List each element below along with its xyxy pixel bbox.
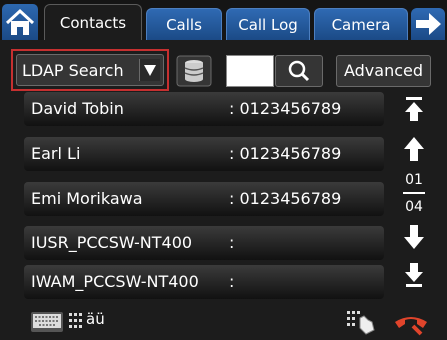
hang-up-button[interactable]	[387, 308, 435, 336]
contact-name: Earl Li	[31, 144, 81, 163]
first-page-icon	[405, 97, 423, 121]
database-button[interactable]	[176, 55, 212, 87]
current-page: 01	[405, 172, 423, 188]
prev-page-button[interactable]	[397, 132, 431, 166]
page-indicator: 01 04	[390, 172, 438, 216]
last-page-icon	[405, 263, 423, 287]
triangle-down-icon	[144, 65, 156, 76]
search-type-highlight: LDAP Search	[11, 49, 169, 91]
contact-number: : 0123456789	[229, 189, 342, 208]
contact-name: IWAM_PCCSW-NT400	[31, 272, 199, 291]
keyboard-button[interactable]	[29, 308, 65, 336]
tab-bar: Contacts Calls Call Log Camera	[0, 0, 447, 40]
arrow-up-icon	[404, 137, 424, 161]
contact-name: David Tobin	[31, 99, 124, 118]
contact-row[interactable]: David Tobin : 0123456789	[24, 92, 384, 126]
last-page-button[interactable]	[397, 258, 431, 292]
contact-name: Emi Morikawa	[31, 189, 143, 208]
hang-up-icon	[395, 317, 427, 336]
home-icon	[5, 8, 35, 35]
search-type-label: LDAP Search	[22, 61, 124, 80]
tab-call-log[interactable]: Call Log	[226, 8, 310, 40]
special-chars-button[interactable]: äü	[68, 308, 112, 336]
home-button[interactable]	[2, 4, 38, 40]
dialpad-button[interactable]	[344, 308, 380, 336]
total-pages: 04	[405, 199, 423, 215]
tab-camera[interactable]: Camera	[314, 8, 408, 40]
contact-number: :	[229, 233, 235, 252]
arrow-down-icon	[404, 225, 424, 249]
page-divider	[403, 192, 425, 194]
contact-number: : 0123456789	[229, 99, 342, 118]
advanced-button[interactable]: Advanced	[336, 55, 431, 87]
tab-calls[interactable]: Calls	[146, 8, 222, 40]
contact-number: :	[229, 272, 235, 291]
next-tab-button[interactable]	[411, 8, 445, 40]
database-icon	[176, 55, 212, 87]
arrow-right-icon	[416, 13, 441, 35]
contact-number: : 0123456789	[229, 144, 342, 163]
next-page-button[interactable]	[397, 220, 431, 254]
keyboard-icon	[31, 312, 63, 332]
search-button[interactable]	[275, 55, 323, 87]
special-chars-label: äü	[86, 310, 105, 328]
contact-row[interactable]: IUSR_PCCSW-NT400 :	[24, 226, 384, 260]
tab-contacts[interactable]: Contacts	[44, 4, 142, 40]
contact-row[interactable]: IWAM_PCCSW-NT400 :	[24, 265, 384, 299]
dropdown-button[interactable]	[139, 59, 160, 81]
contact-name: IUSR_PCCSW-NT400	[31, 233, 193, 252]
contact-row[interactable]: Earl Li : 0123456789	[24, 137, 384, 171]
search-input[interactable]	[226, 55, 274, 87]
keypad-icon	[69, 313, 82, 328]
first-page-button[interactable]	[397, 92, 431, 126]
search-type-select[interactable]: LDAP Search	[16, 54, 164, 86]
magnifier-icon	[288, 60, 310, 82]
contact-row[interactable]: Emi Morikawa : 0123456789	[24, 182, 384, 216]
hand-dialpad-icon	[347, 311, 375, 335]
